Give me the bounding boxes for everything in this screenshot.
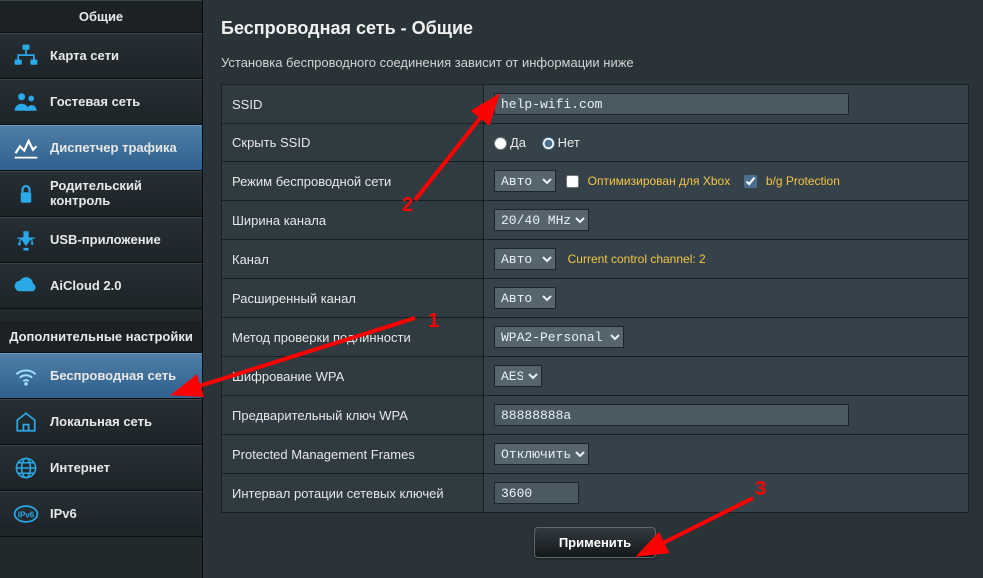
channel-select[interactable]: Авто — [494, 248, 556, 270]
annotation-arrow-1 — [185, 300, 445, 396]
row-pmf-value: Отключить — [484, 435, 969, 474]
row-width-value: 20/40 MHz — [484, 201, 969, 240]
settings-table: SSID Скрыть SSID Да Нет Режим беспроводн… — [221, 84, 969, 513]
extchannel-select[interactable]: Авто — [494, 287, 556, 309]
wireless-icon — [12, 362, 40, 390]
nav-parental-control[interactable]: Родительский контроль — [0, 171, 202, 217]
nav-network-map[interactable]: Карта сети — [0, 33, 202, 79]
traffic-manager-icon — [12, 134, 40, 162]
nav-usb-app[interactable]: USB-приложение — [0, 217, 202, 263]
pmf-select[interactable]: Отключить — [494, 443, 589, 465]
enc-select[interactable]: AES — [494, 365, 542, 387]
sidebar: Общие Карта сети Гостевая сеть Диспетчер… — [0, 0, 203, 578]
nav-ipv6[interactable]: IPv6 IPv6 — [0, 491, 202, 537]
apply-button[interactable]: Применить — [534, 527, 656, 558]
nav-lan[interactable]: Локальная сеть — [0, 399, 202, 445]
row-auth-value: WPA2-Personal — [484, 318, 969, 357]
nav-label: USB-приложение — [50, 233, 192, 248]
nav-label: Родительский контроль — [50, 179, 192, 209]
hide-ssid-no[interactable]: Нет — [542, 135, 580, 150]
psk-input[interactable] — [494, 404, 849, 426]
ssid-input[interactable] — [494, 93, 849, 115]
bgp-label: b/g Protection — [766, 174, 840, 188]
nav-label: Беспроводная сеть — [50, 369, 192, 384]
sidebar-group-advanced-header: Дополнительные настройки — [0, 321, 202, 353]
xbox-checkbox[interactable]: Оптимизирован для Xbox — [566, 173, 741, 188]
row-enc-value: AES — [484, 357, 969, 396]
svg-text:IPv6: IPv6 — [18, 511, 35, 520]
row-pmf-label[interactable]: Protected Management Frames — [222, 435, 484, 474]
main-content: Беспроводная сеть - Общие Установка бесп… — [203, 0, 983, 578]
aicloud-icon — [12, 272, 40, 300]
nav-traffic-manager[interactable]: Диспетчер трафика — [0, 125, 202, 171]
page-subtitle: Установка беспроводного соединения завис… — [221, 55, 969, 84]
sidebar-group-general-header: Общие — [0, 0, 202, 33]
nav-internet[interactable]: Интернет — [0, 445, 202, 491]
apply-row: Применить — [221, 513, 969, 572]
row-psk-value — [484, 396, 969, 435]
nav-label: Карта сети — [50, 49, 192, 64]
nav-guest-network[interactable]: Гостевая сеть — [0, 79, 202, 125]
internet-icon — [12, 454, 40, 482]
annotation-arrow-3 — [643, 490, 763, 560]
row-channel-value: Авто Current control channel: 2 — [484, 240, 969, 279]
bgp-checkbox[interactable]: b/g Protection — [744, 173, 850, 188]
usb-app-icon — [12, 226, 40, 254]
nav-label: Локальная сеть — [50, 415, 192, 430]
nav-label: Гостевая сеть — [50, 95, 192, 110]
network-map-icon — [12, 42, 40, 70]
ipv6-icon: IPv6 — [12, 500, 40, 528]
row-ssid-value — [484, 85, 969, 124]
row-hide-ssid-value: Да Нет — [484, 124, 969, 162]
nav-label: AiCloud 2.0 — [50, 279, 192, 294]
parental-control-icon — [12, 180, 40, 208]
row-extchannel-value: Авто — [484, 279, 969, 318]
channel-hint: Current control channel: 2 — [568, 252, 706, 266]
row-rekey-label[interactable]: Интервал ротации сетевых ключей — [222, 474, 484, 513]
nav-label: Интернет — [50, 461, 192, 476]
auth-select[interactable]: WPA2-Personal — [494, 326, 624, 348]
nav-label: Диспетчер трафика — [50, 141, 192, 156]
lan-icon — [12, 408, 40, 436]
row-psk-label[interactable]: Предварительный ключ WPA — [222, 396, 484, 435]
row-channel-label[interactable]: Канал — [222, 240, 484, 279]
nav-label: IPv6 — [50, 507, 192, 522]
guest-network-icon — [12, 88, 40, 116]
width-select[interactable]: 20/40 MHz — [494, 209, 589, 231]
radio-no-label: Нет — [558, 135, 580, 150]
nav-aicloud[interactable]: AiCloud 2.0 — [0, 263, 202, 309]
row-mode-value: Авто Оптимизирован для Xbox b/g Protecti… — [484, 162, 969, 201]
annotation-arrow-2 — [403, 100, 513, 210]
page-title: Беспроводная сеть - Общие — [221, 8, 969, 55]
xbox-label: Оптимизирован для Xbox — [588, 174, 731, 188]
rekey-input[interactable] — [494, 482, 579, 504]
nav-wireless[interactable]: Беспроводная сеть — [0, 353, 202, 399]
